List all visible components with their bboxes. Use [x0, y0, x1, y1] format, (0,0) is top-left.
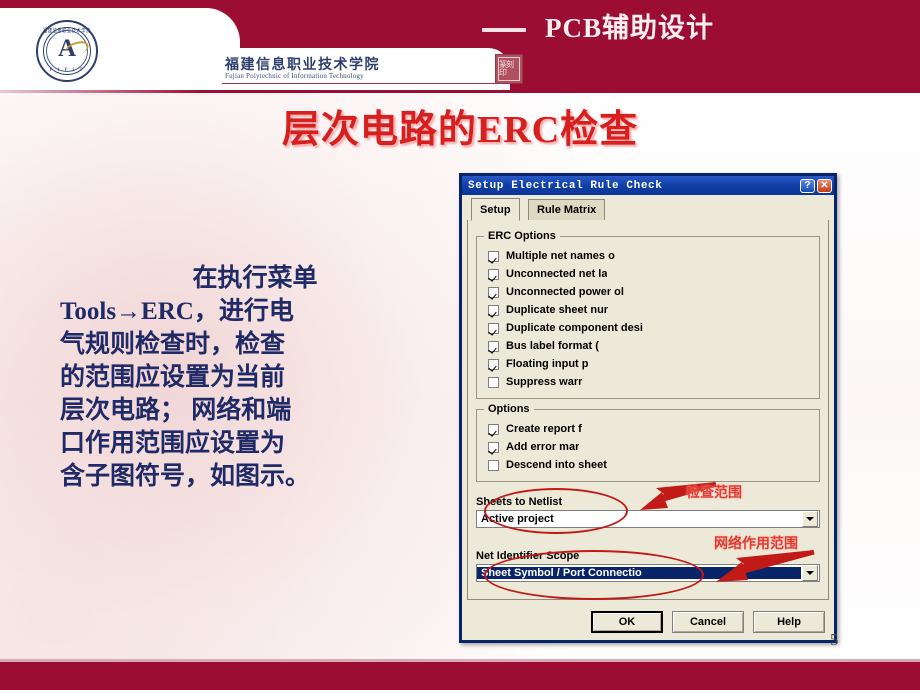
school-logo-icon: 福建信息职业技术学院 A F J P I T — [36, 20, 98, 82]
header-title: PCB辅助设计 — [545, 13, 714, 43]
body-line-2: Tools→ERC，进行电 — [60, 298, 294, 325]
setup-erc-dialog[interactable]: Setup Electrical Rule Check ? ✕ Setup Ru… — [459, 173, 837, 643]
body-paragraph: 在执行菜单 Tools→ERC，进行电 气规则检查时，检查 的范围应设置为当前 … — [60, 262, 450, 493]
checkbox-icon[interactable] — [488, 268, 499, 280]
checkbox-label: Multiple net names o — [506, 250, 615, 262]
erc-options-group: ERC Options Multiple net names o Unconne… — [476, 230, 820, 399]
net-scope-annotation-text: 网络作用范围 — [714, 537, 798, 552]
checkbox-row[interactable]: Unconnected net la — [485, 265, 811, 283]
chevron-down-icon[interactable] — [802, 565, 818, 581]
checkbox-row[interactable]: Floating input p — [485, 355, 811, 373]
school-name-cn: 福建信息职业技术学院 — [225, 58, 380, 73]
checkbox-row[interactable]: Create report f — [485, 420, 811, 438]
sheets-to-netlist-value: Active project — [481, 513, 554, 525]
checkbox-row[interactable]: Duplicate component desi — [485, 319, 811, 337]
checkbox-icon[interactable] — [488, 286, 499, 298]
body-line-4: 的范围应设置为当前 — [60, 364, 286, 391]
help-icon[interactable]: ? — [800, 178, 815, 193]
sheets-to-netlist-combobox[interactable]: Active project — [476, 510, 820, 528]
erc-options-legend: ERC Options — [484, 230, 560, 242]
checkbox-icon[interactable] — [488, 322, 499, 334]
checkbox-icon[interactable] — [488, 376, 499, 388]
footer-band — [0, 662, 920, 690]
checkbox-label: Floating input p — [506, 358, 589, 370]
seal-glyphs: 篆刻印 — [498, 57, 520, 81]
checkbox-label: Create report f — [506, 423, 582, 435]
net-identifier-scope-value: Sheet Symbol / Port Connectio — [477, 567, 801, 579]
checkbox-icon[interactable] — [488, 304, 499, 316]
checkbox-icon[interactable] — [488, 358, 499, 370]
checkbox-label: Duplicate sheet nur — [506, 304, 609, 316]
ok-button[interactable]: OK — [591, 611, 663, 633]
body-line-1: 在执行菜单 — [192, 265, 318, 292]
net-identifier-scope-section: Net Identifier Scope Sheet Symbol / Port… — [476, 550, 820, 582]
checkbox-label: Unconnected power ol — [506, 286, 624, 298]
checkbox-row[interactable]: Descend into sheet — [485, 456, 811, 474]
body-line-5: 层次电路； 网络和端 — [60, 397, 292, 424]
checkbox-icon[interactable] — [488, 250, 499, 262]
checkbox-icon[interactable] — [488, 423, 499, 435]
help-button[interactable]: Help — [753, 611, 825, 633]
body-line-7: 含子图符号，如图示。 — [60, 463, 311, 490]
checkbox-icon[interactable] — [488, 441, 499, 453]
dialog-titlebar[interactable]: Setup Electrical Rule Check ? ✕ — [462, 176, 834, 195]
checkbox-label: Unconnected net la — [506, 268, 608, 280]
checkbox-label: Duplicate component desi — [506, 322, 643, 334]
options-group: Options Create report f Add error mar De… — [476, 403, 820, 482]
checkbox-row[interactable]: Unconnected power ol — [485, 283, 811, 301]
net-identifier-scope-combobox[interactable]: Sheet Symbol / Port Connectio — [476, 564, 820, 582]
checkbox-label: Suppress warr — [506, 376, 583, 388]
chevron-down-icon[interactable] — [802, 511, 818, 527]
checkbox-label: Bus label format ( — [506, 340, 599, 352]
checkbox-label: Add error mar — [506, 441, 580, 453]
school-name-en: Fujian Polytechnic of Information Techno… — [225, 72, 364, 80]
sheets-to-netlist-label: Sheets to Netlist — [476, 496, 563, 508]
close-icon[interactable]: ✕ — [817, 178, 832, 193]
tab-setup[interactable]: Setup — [471, 198, 520, 221]
body-line-6: 口作用范围应设置为 — [60, 430, 286, 457]
school-name-rule — [222, 83, 502, 84]
scope-annotation-text: 检查范围 — [686, 486, 742, 501]
checkbox-row[interactable]: Add error mar — [485, 438, 811, 456]
seal-stamp-icon: 篆刻印 — [495, 54, 523, 84]
cancel-button[interactable]: Cancel — [672, 611, 744, 633]
checkbox-icon[interactable] — [488, 459, 499, 471]
dialog-title: Setup Electrical Rule Check — [468, 179, 663, 192]
checkbox-row[interactable]: Multiple net names o — [485, 247, 811, 265]
header-dash-rule — [482, 28, 526, 32]
options-legend: Options — [484, 403, 534, 415]
dialog-button-row: OK Cancel Help — [462, 610, 834, 634]
tab-rule-matrix[interactable]: Rule Matrix — [528, 199, 606, 220]
checkbox-row[interactable]: Duplicate sheet nur — [485, 301, 811, 319]
checkbox-label: Descend into sheet — [506, 459, 607, 471]
checkbox-row[interactable]: Suppress warr — [485, 373, 811, 391]
dialog-tabstrip[interactable]: Setup Rule Matrix — [467, 198, 829, 221]
header-underline — [0, 90, 920, 93]
body-line-3: 气规则检查时，检查 — [60, 331, 286, 358]
logo-abbreviation: F J P I T — [49, 68, 85, 73]
checkbox-row[interactable]: Bus label format ( — [485, 337, 811, 355]
slide-canvas: PCB辅助设计 福建信息职业技术学院 A F J P I T 福建信息职业技术学… — [0, 0, 920, 690]
page-number: 5 — [830, 630, 839, 649]
sheets-to-netlist-section: Sheets to Netlist Active project — [476, 496, 820, 528]
checkbox-icon[interactable] — [488, 340, 499, 352]
page-title: 层次电路的ERC检查 — [281, 109, 639, 151]
logo-arc-text: 福建信息职业技术学院 — [43, 27, 91, 34]
